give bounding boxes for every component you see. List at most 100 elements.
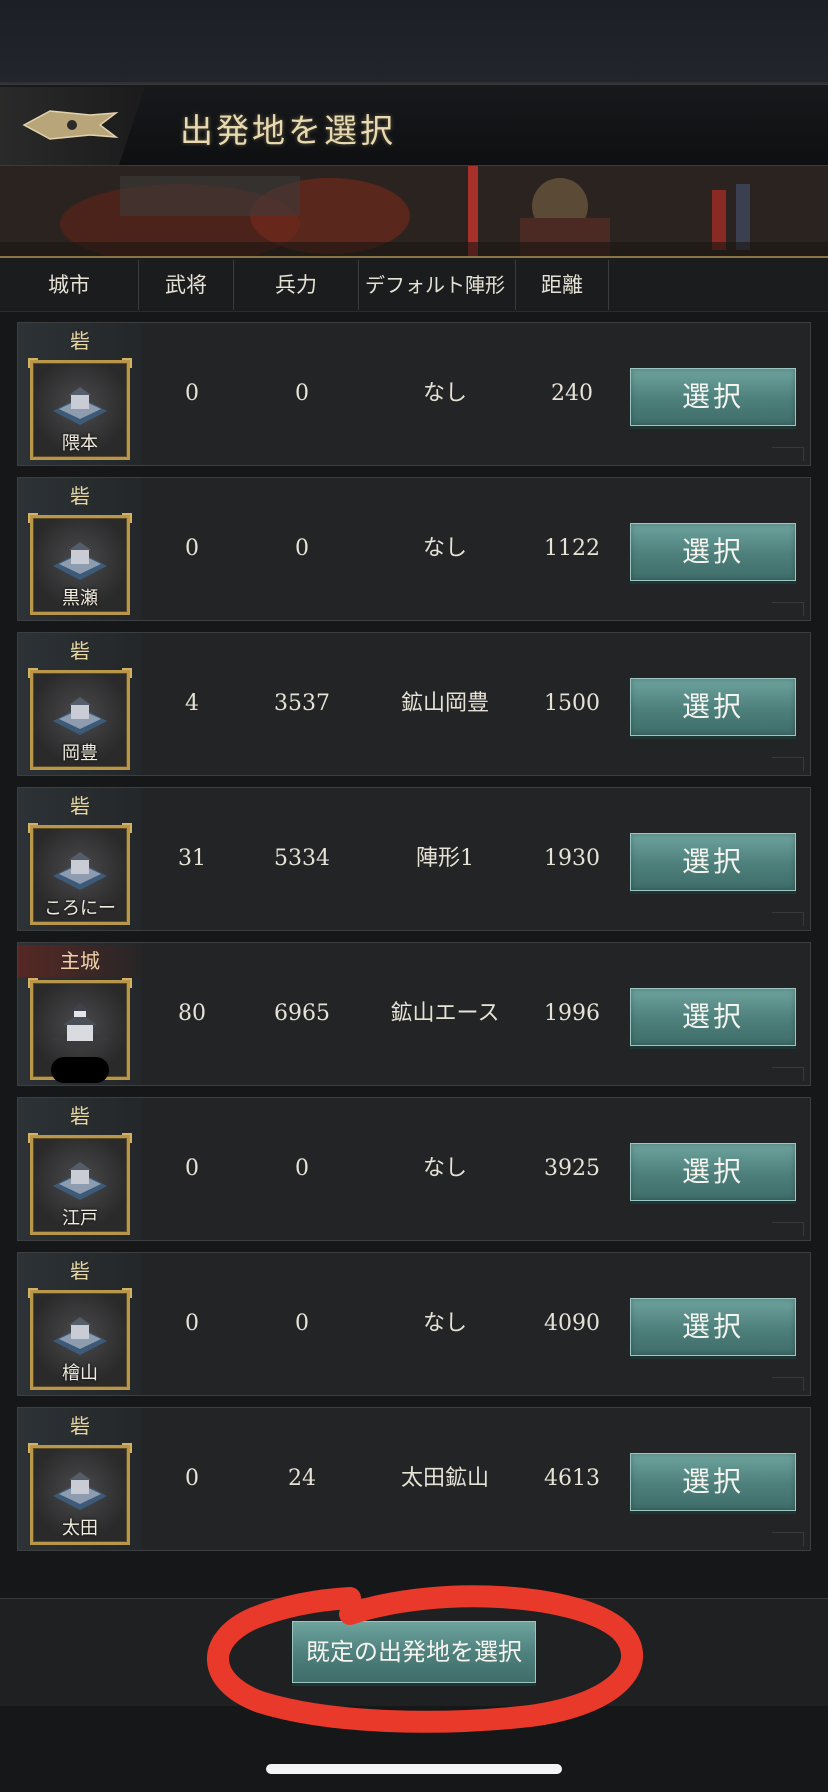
city-type-label: 主城 [18, 945, 142, 977]
city-type-label: 砦 [70, 1104, 90, 1128]
row-decoration [772, 757, 804, 771]
main-castle-icon [51, 1003, 109, 1051]
city-name: 太田 [62, 1518, 98, 1539]
distance: 1996 [544, 1001, 600, 1026]
troop-count: 0 [295, 536, 309, 561]
distance: 4090 [544, 1311, 600, 1336]
table-header: 城市 武将 兵力 デフォルト陣形 距離 [0, 258, 828, 312]
troop-count: 0 [295, 1156, 309, 1181]
page-title: 出発地を選択 [180, 111, 396, 150]
select-button[interactable]: 選択 [630, 1453, 796, 1511]
column-header-troops: 兵力 [275, 273, 317, 297]
column-header-generals: 武将 [165, 273, 207, 297]
fort-icon [53, 1162, 107, 1200]
row-decoration [772, 602, 804, 616]
generals-count: 0 [185, 381, 199, 406]
generals-count: 0 [185, 1156, 199, 1181]
city-name: 黒瀬 [62, 588, 98, 609]
default-formation: なし [422, 1311, 467, 1336]
troop-count: 24 [288, 1466, 316, 1491]
city-type-label: 砦 [70, 329, 90, 353]
redaction-mark [51, 1057, 109, 1083]
city-thumbnail[interactable]: 黒瀬 [28, 513, 132, 615]
generals-count: 4 [185, 691, 199, 716]
select-button[interactable]: 選択 [630, 1143, 796, 1201]
city-name: ころにー [44, 898, 116, 919]
select-button-label: 選択 [681, 1310, 744, 1343]
list-item: 砦 檜山 0 0 なし 4090 選択 [17, 1252, 811, 1396]
city-type-label: 砦 [70, 1259, 90, 1283]
select-button-label: 選択 [681, 690, 744, 723]
select-button-label: 選択 [681, 535, 744, 568]
default-formation: なし [422, 536, 467, 561]
city-thumbnail[interactable]: 江戸 [28, 1133, 132, 1235]
city-thumbnail[interactable] [28, 978, 132, 1083]
generals-count: 31 [178, 846, 206, 871]
city-name: 檜山 [62, 1363, 98, 1384]
row-decoration [772, 447, 804, 461]
select-button-label: 選択 [681, 1000, 744, 1033]
default-formation: 鉱山エース [390, 1001, 500, 1026]
select-button[interactable]: 選択 [630, 1298, 796, 1356]
header-banner-image [0, 166, 828, 258]
home-indicator[interactable] [266, 1764, 562, 1774]
select-button[interactable]: 選択 [630, 523, 796, 581]
fort-icon [53, 852, 107, 890]
distance: 1500 [544, 691, 600, 716]
city-thumbnail[interactable]: 岡豊 [28, 668, 132, 770]
list-item: 砦 岡豊 4 3537 鉱山岡豊 1500 選択 [17, 632, 811, 776]
list-item: 砦 ころにー 31 5334 陣形1 1930 選択 [17, 787, 811, 931]
row-decoration [772, 1377, 804, 1391]
row-decoration [772, 1532, 804, 1546]
select-button[interactable]: 選択 [630, 833, 796, 891]
city-type-label: 砦 [70, 639, 90, 663]
fort-icon [53, 387, 107, 425]
fort-icon [53, 1317, 107, 1355]
select-button-label: 選択 [681, 845, 744, 878]
row-decoration [772, 1222, 804, 1236]
city-type-label: 砦 [70, 484, 90, 508]
default-formation: 鉱山岡豊 [400, 691, 489, 716]
city-thumbnail[interactable]: ころにー [28, 823, 132, 925]
select-button-label: 選択 [681, 380, 744, 413]
troop-count: 5334 [274, 846, 330, 871]
column-header-distance: 距離 [541, 273, 583, 297]
distance: 1122 [544, 536, 600, 561]
list-item: 砦 江戸 0 0 なし 3925 選択 [17, 1097, 811, 1241]
city-thumbnail[interactable]: 檜山 [28, 1288, 132, 1390]
list-item: 砦 太田 0 24 太田鉱山 4613 選択 [17, 1407, 811, 1551]
column-header-city: 城市 [48, 273, 90, 297]
generals-count: 0 [185, 1466, 199, 1491]
city-thumbnail[interactable]: 隈本 [28, 358, 132, 460]
fort-icon [53, 1472, 107, 1510]
city-name: 江戸 [62, 1208, 98, 1229]
troop-count: 0 [295, 381, 309, 406]
distance: 3925 [544, 1156, 600, 1181]
red-circle-annotation [207, 1585, 643, 1733]
default-formation: 陣形1 [416, 846, 474, 871]
list-item: 主城 80 6965 鉱山エース 1996 選択 [17, 942, 811, 1086]
default-formation: 太田鉱山 [400, 1466, 489, 1491]
column-divider [608, 260, 609, 310]
fort-icon [53, 697, 107, 735]
select-button[interactable]: 選択 [630, 368, 796, 426]
list-item: 砦 黒瀬 0 0 なし 1122 選択 [17, 477, 811, 621]
select-button-label: 選択 [681, 1465, 744, 1498]
distance: 1930 [544, 846, 600, 871]
row-decoration [772, 1067, 804, 1081]
troop-count: 0 [295, 1311, 309, 1336]
select-button[interactable]: 選択 [630, 678, 796, 736]
city-name: 岡豊 [62, 743, 98, 764]
generals-count: 0 [185, 1311, 199, 1336]
city-type-label: 砦 [70, 1414, 90, 1438]
select-button[interactable]: 選択 [630, 988, 796, 1046]
select-button-label: 選択 [681, 1155, 744, 1188]
city-thumbnail[interactable]: 太田 [28, 1443, 132, 1545]
city-name: 隈本 [62, 433, 98, 454]
column-header-formation: デフォルト陣形 [365, 273, 505, 297]
back-button[interactable] [0, 87, 145, 165]
spear-back-icon [22, 110, 119, 140]
city-type-label: 砦 [70, 794, 90, 818]
distance: 4613 [544, 1466, 600, 1491]
list-item: 砦 隈本 0 0 なし 240 選択 [17, 322, 811, 466]
